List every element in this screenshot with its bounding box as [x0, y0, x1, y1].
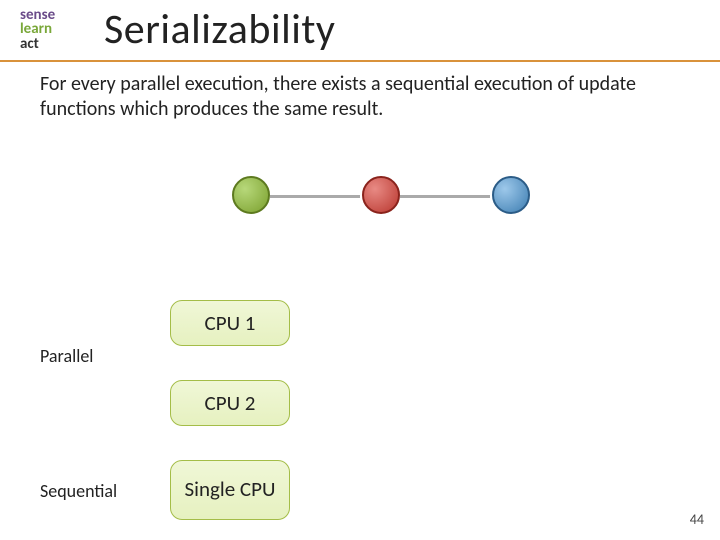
single-cpu-box: Single CPU: [170, 460, 290, 520]
cpu1-box: CPU 1: [170, 300, 290, 346]
graph-edge-2: [400, 195, 490, 198]
slide-title: Serializability: [104, 4, 335, 55]
title-underline: [0, 60, 720, 62]
logo-line-3: act: [20, 37, 55, 51]
page-number: 44: [690, 511, 704, 528]
label-parallel: Parallel: [40, 345, 93, 367]
label-sequential: Sequential: [40, 480, 117, 502]
graph-edge-1: [270, 195, 360, 198]
graph-node-green: [232, 176, 270, 214]
logo: sense learn act: [20, 8, 55, 51]
slide-body: For every parallel execution, there exis…: [40, 72, 680, 122]
cpu2-box: CPU 2: [170, 380, 290, 426]
graph-node-red: [362, 176, 400, 214]
graph-node-blue: [492, 176, 530, 214]
